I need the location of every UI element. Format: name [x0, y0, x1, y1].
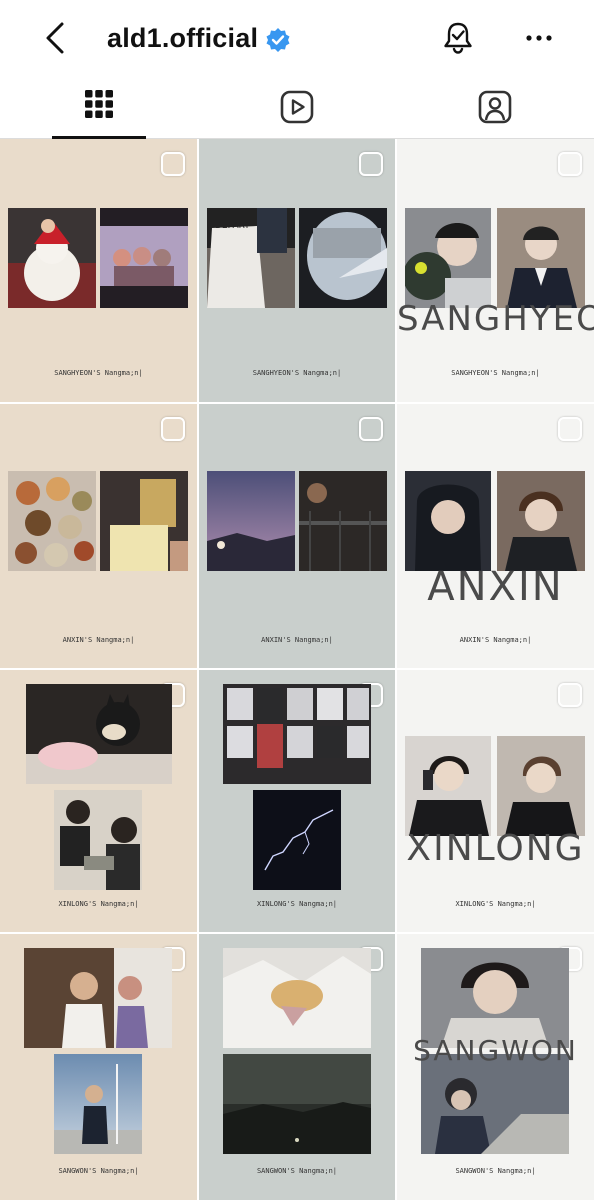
post-caption: XINLONG'S Nangma;n| [58, 900, 139, 908]
post-photo [207, 471, 295, 571]
multi-post-icon [558, 417, 582, 441]
post-photo [497, 471, 585, 571]
chevron-left-icon[interactable] [40, 20, 72, 56]
multi-post-icon [558, 683, 582, 707]
post-photo [497, 736, 585, 836]
post-caption: SANGHYEON'S Nangma;n| [252, 369, 342, 377]
post-photo [223, 948, 371, 1048]
post-tile[interactable]: XINLONG XINLONG'S Nangma;n| [397, 670, 594, 932]
post-photo [223, 684, 371, 784]
multi-post-icon [359, 152, 383, 176]
post-photo [26, 684, 172, 784]
post-tile[interactable]: XINLONG'S Nangma;n| [0, 670, 197, 932]
reels-icon [280, 90, 314, 124]
post-caption: SANGWON'S Nangma;n| [256, 1167, 338, 1175]
bell-check-icon[interactable] [440, 20, 476, 56]
tagged-person-icon [478, 90, 512, 124]
post-photo [8, 208, 96, 308]
post-tile[interactable]: SANGHYEON SANGHYEON'S Nangma;n| [397, 139, 594, 402]
post-photo [100, 471, 188, 571]
post-caption: XINLONG'S Nangma;n| [455, 900, 536, 908]
post-photo [405, 736, 491, 836]
post-caption: SANGWON'S Nangma;n| [455, 1167, 536, 1175]
post-tile[interactable]: SANGWON'S Nangma;n| [0, 934, 197, 1200]
profile-header: ald1.official [0, 0, 594, 76]
post-caption: SANGHYEON'S Nangma;n| [54, 369, 143, 377]
post-tile[interactable]: ANXIN ANXIN'S Nangma;n| [397, 404, 594, 668]
profile-username: ald1.official [107, 23, 259, 53]
post-tile[interactable]: SANGWON SANGWON'S Nangma;n| [397, 934, 594, 1200]
post-photo [405, 471, 491, 571]
member-name-overlay: SANGWON [413, 1034, 578, 1067]
post-tile[interactable]: XINLONG'S Nangma;n| [199, 670, 395, 932]
post-caption: SANGHYEON'S Nangma;n| [451, 369, 540, 377]
post-photo [299, 471, 387, 571]
post-photo [497, 208, 585, 308]
post-photo [8, 471, 96, 571]
post-tile[interactable]: SANGHYEON'S Nangma;n| [0, 139, 197, 402]
multi-post-icon [558, 152, 582, 176]
profile-tabs [0, 76, 594, 139]
post-caption: ANXIN'S Nangma;n| [62, 636, 135, 644]
post-photo [100, 208, 188, 308]
tab-grid[interactable] [0, 76, 198, 139]
post-photo [405, 208, 491, 308]
post-photo [54, 790, 142, 890]
more-horizontal-icon[interactable] [524, 30, 554, 46]
post-tile[interactable]: SANGWON'S Nangma;n| [199, 934, 395, 1200]
multi-post-icon [161, 417, 185, 441]
svg-text:DEPART: DEPART [215, 221, 250, 231]
post-caption: SANGWON'S Nangma;n| [58, 1167, 139, 1175]
post-photo [421, 1054, 569, 1154]
post-photo [253, 790, 341, 890]
posts-grid: SANGHYEON'S Nangma;n| DEPART SANGHYEON'S… [0, 139, 594, 1200]
post-tile[interactable]: ANXIN'S Nangma;n| [0, 404, 197, 668]
post-caption: ANXIN'S Nangma;n| [459, 636, 532, 644]
multi-post-icon [359, 417, 383, 441]
post-photo [223, 1054, 371, 1154]
verified-badge-icon [266, 28, 290, 52]
multi-post-icon [161, 152, 185, 176]
member-name-overlay: XINLONG [406, 828, 585, 869]
post-photo [54, 1054, 142, 1154]
grid-icon [85, 90, 113, 118]
tab-tagged[interactable] [396, 76, 594, 138]
post-tile[interactable]: ANXIN'S Nangma;n| [199, 404, 395, 668]
post-photo [24, 948, 172, 1048]
tab-reels[interactable] [198, 76, 396, 138]
member-name-overlay: SANGHYEON [397, 299, 594, 339]
post-caption: XINLONG'S Nangma;n| [256, 900, 338, 908]
post-caption: ANXIN'S Nangma;n| [261, 636, 333, 644]
post-photo: DEPART [207, 208, 295, 308]
member-name-overlay: ANXIN [427, 564, 564, 610]
post-tile[interactable]: DEPART SANGHYEON'S Nangma;n| [199, 139, 395, 402]
post-photo [299, 208, 387, 308]
post-photo [421, 948, 569, 1048]
